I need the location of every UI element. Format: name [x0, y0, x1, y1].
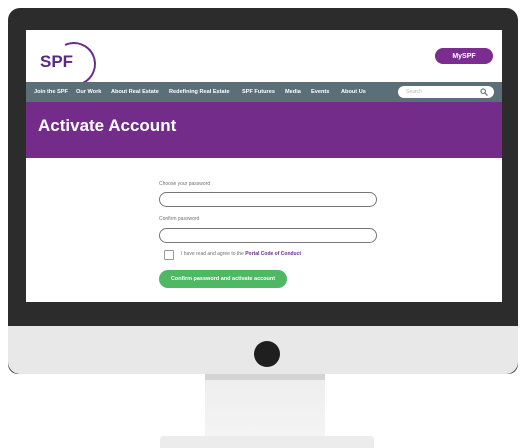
nav-item-media[interactable]: Media — [285, 82, 301, 102]
hero-banner: Activate Account — [26, 102, 502, 158]
logo-text: SPF — [40, 52, 74, 71]
spf-logo[interactable]: SPF — [40, 35, 103, 93]
nav-item-spf-futures[interactable]: SPF Futures — [242, 82, 275, 102]
monitor-stand-base — [160, 436, 374, 448]
agree-text: I have read and agree to the Portal Code… — [181, 249, 301, 259]
confirm-password-field[interactable] — [159, 228, 377, 243]
nav-item-about-us[interactable]: About Us — [341, 82, 366, 102]
site-header: SPF MySPF — [26, 30, 502, 93]
search-icon[interactable] — [480, 88, 488, 96]
nav-item-redefining[interactable]: Redefining Real Estate — [169, 82, 230, 102]
agree-checkbox[interactable] — [164, 250, 174, 260]
nav-item-events[interactable]: Events — [311, 82, 329, 102]
power-button-icon — [254, 341, 280, 367]
password-field[interactable] — [159, 192, 377, 207]
agree-label: I have read and agree to the — [181, 251, 244, 257]
myspf-button[interactable]: MySPF — [435, 48, 493, 64]
monitor-stand-neck — [205, 374, 325, 436]
nav-item-about-real-estate[interactable]: About Real Estate — [111, 82, 159, 102]
main-nav: Join the SPF Our Work About Real Estate … — [26, 82, 502, 102]
page-title: Activate Account — [38, 116, 177, 135]
search-placeholder: Search — [406, 89, 422, 95]
confirm-password-label: Confirm password — [159, 216, 200, 222]
password-label: Choose your password — [159, 181, 211, 187]
screen: SPF MySPF Join the SPF Our Work About Re… — [26, 30, 502, 302]
nav-item-join[interactable]: Join the SPF — [34, 82, 68, 102]
search-input[interactable]: Search — [398, 86, 494, 98]
confirm-activate-button[interactable]: Confirm password and activate account — [159, 270, 287, 288]
nav-item-our-work[interactable]: Our Work — [76, 82, 101, 102]
code-of-conduct-link[interactable]: Portal Code of Conduct — [245, 251, 301, 257]
